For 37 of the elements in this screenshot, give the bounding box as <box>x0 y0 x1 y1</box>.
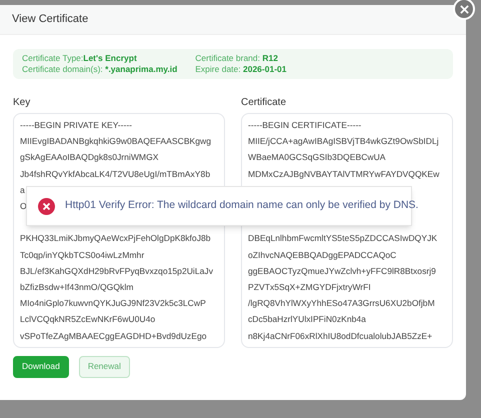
text-line: MIIEvgIBADANBgkqhkiG9w0BAQEFAASCBKgwg <box>20 136 212 146</box>
text-line: gSkAgEAAoIBAQDgk8s0JrniWMGX <box>20 152 159 162</box>
info-text: Certificate Type:Let's Encrypt <box>22 53 138 64</box>
text-line: ggEBAOCTyzQmueJYwZclvh+yFFC9lR8Btxosrj9 <box>248 266 436 276</box>
text-line: cDc5baHzrlYUlxIPFiN0zKnb4a <box>248 314 366 324</box>
text-line: O <box>20 201 27 212</box>
info-text: Certificate brand: R12 <box>195 53 279 64</box>
text-line: MDMxCzAJBgNVBAYTAlVTMRYwFAYDVQQKEw <box>248 168 440 179</box>
text-line: PZVTx5SqX+ZMGYDFjxtryWrFI <box>248 282 371 292</box>
text-line: -----BEGIN CERTIFICATE----- <box>248 120 362 130</box>
text-line: /lgRQ8VhYlWXyYhhESo47A3GrrsU6XU2bOfjbM <box>248 298 435 308</box>
text-line: Jb4fshRQvYkfAbcaLK4/T2VU8eUgI/mTBmAxY8b <box>20 168 210 179</box>
text-line: vSPoTfeZAgMBAAECggEAGDHD+Bvd9dUzEgo <box>20 330 207 341</box>
close-button[interactable] <box>453 0 475 20</box>
text-line: BJL/ef3KahGQXdH29bRvFPyqBvxzqo15p2UiLaJv <box>20 266 213 276</box>
close-icon <box>460 4 468 14</box>
text-line: DBEqLnlhbmFwcmltYS5teS5pZDCCASIwDQYJK <box>248 233 438 244</box>
text-line: MIo4niGplo7kuwvnQYKJuGJ9Nf23V2k5c3LCwP <box>20 298 206 308</box>
error-icon <box>38 198 55 214</box>
info-text: Certificate domain(s): *.yanaprima.my.id <box>22 64 178 75</box>
info-text: Expire date: 2026-01-01 <box>195 64 286 75</box>
download-button[interactable]: Download <box>13 356 69 378</box>
text-line: n8Kj4aCNrF06xRlXhIU8odDfcualolubJAB5ZzE+ <box>248 330 432 341</box>
text-line: Tc0qp/inYQkbTCS0o4iwLzMmhr <box>20 250 144 260</box>
text-line: PKHQ33LmiKJbmyQAeWcxPjFehOlgDpK8kfoJ8b <box>20 233 211 244</box>
text-line: bZfizBsdw+If43nmO/QGQklm <box>20 282 134 292</box>
text-line: MIIE/jCCA+agAwIBAgISBVjTB4wkGZt9OwSbIDLj <box>248 136 439 146</box>
text-line: a <box>20 184 25 195</box>
text-line: oZIhvcNAQEBBQADggEPADCCAQoC <box>248 250 396 260</box>
text-line: -----BEGIN PRIVATE KEY----- <box>20 120 132 130</box>
dialog-title: View Certificate <box>12 12 88 28</box>
renewal-button[interactable]: Renewal <box>78 356 130 378</box>
field-label: Certificate <box>241 96 288 110</box>
text-line: WBaeMA0GCSqGSIb3DQEBCwUA <box>248 152 386 162</box>
error-message: Http01 Verify Error: The wildcard domain name can only be verified by DNS. <box>65 198 418 214</box>
text-line: LclVCQqkNR5ZcEwNKrF6wU0U4o <box>20 314 156 324</box>
field-label: Key <box>13 96 32 110</box>
